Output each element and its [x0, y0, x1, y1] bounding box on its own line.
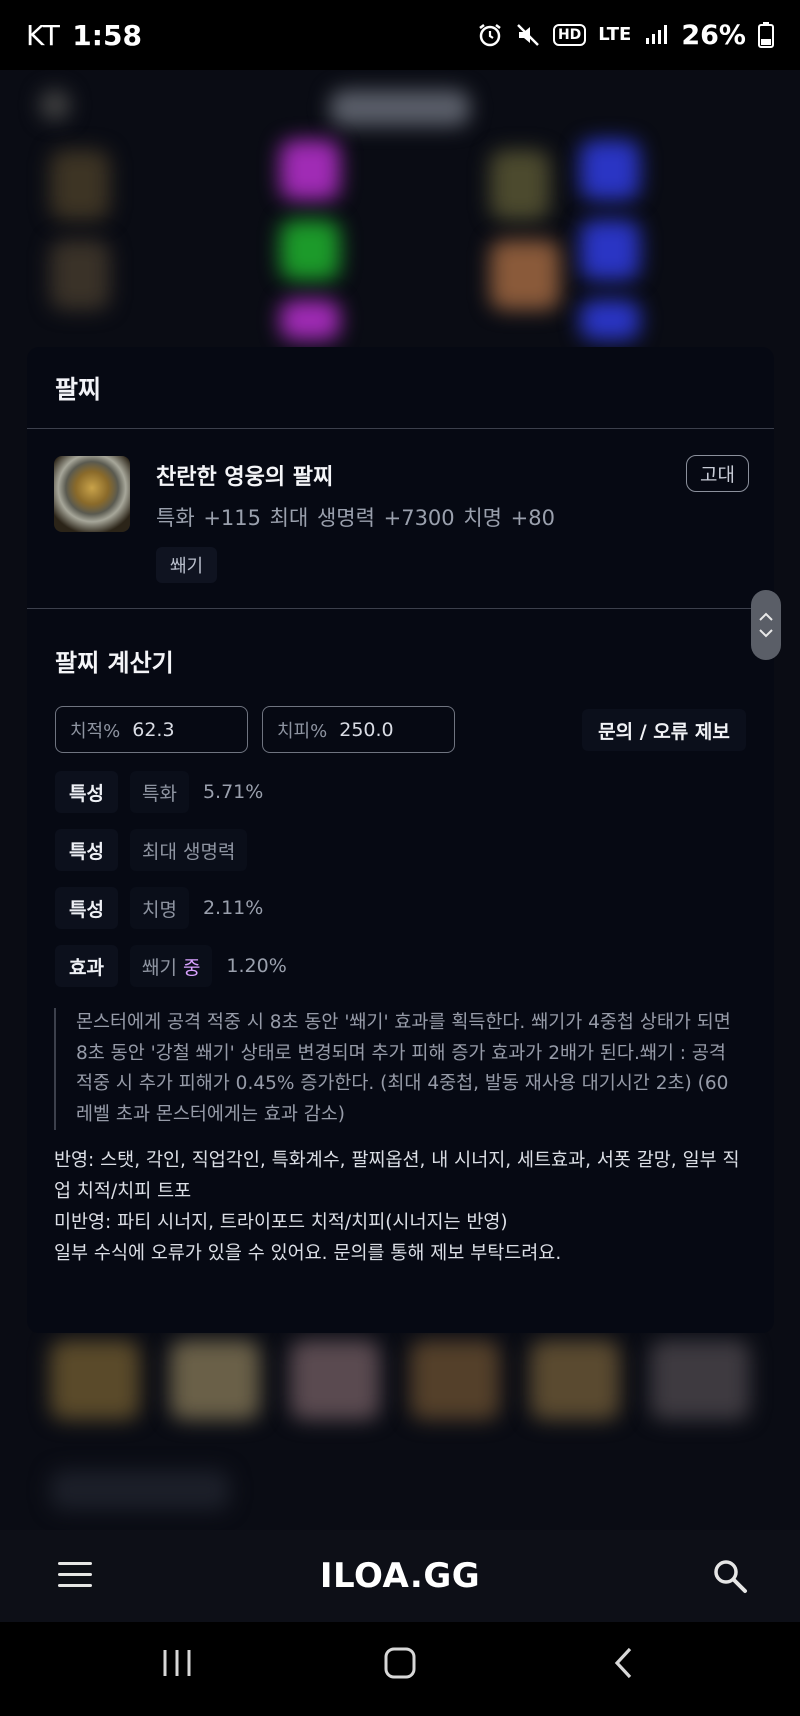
stat-row: 특성 특화 5.71% — [55, 771, 263, 813]
scroll-handle[interactable] — [751, 590, 781, 660]
chevron-down-icon[interactable] — [758, 628, 774, 638]
site-logo[interactable]: ILOA.GG — [320, 1556, 480, 1596]
row-name: 쐐기 중 — [129, 945, 213, 987]
bg-card — [530, 1340, 620, 1420]
effect-grade: 중 — [182, 956, 201, 979]
row-percent: 1.20% — [226, 955, 287, 977]
carrier-label: KT — [26, 18, 61, 52]
bg-label — [50, 1470, 230, 1510]
lte-icon: LTE — [598, 24, 632, 45]
effect-row: 효과 쐐기 중 1.20% — [55, 945, 287, 987]
note-not-applied: 미반영: 파티 시너지, 트라이포드 치적/치피(시너지는 반영) — [54, 1212, 508, 1233]
bg-slot — [490, 150, 550, 220]
crit-rate-input[interactable]: 치적% 62.3 — [55, 706, 248, 753]
chevron-up-icon[interactable] — [758, 612, 774, 622]
crit-damage-input[interactable]: 치피% 250.0 — [262, 706, 455, 753]
modal-title: 팔찌 — [27, 347, 774, 429]
row-kind: 특성 — [55, 887, 118, 929]
mute-icon — [517, 24, 539, 46]
bg-gem — [280, 220, 340, 280]
bg-slot — [50, 240, 110, 310]
row-percent: 5.71% — [202, 781, 264, 803]
hd-icon: HD — [552, 24, 587, 46]
system-nav-bar — [0, 1622, 800, 1716]
row-kind: 특성 — [55, 771, 118, 813]
bg-gem — [280, 140, 340, 200]
stat-row: 특성 최대 생명력 — [55, 829, 261, 871]
recent-apps-icon[interactable] — [160, 1646, 194, 1680]
row-kind: 특성 — [55, 829, 118, 871]
bg-card — [410, 1340, 500, 1420]
row-name: 최대 생명력 — [129, 829, 248, 871]
note-applied: 반영: 스탯, 각인, 직업각인, 특화계수, 팔찌옵션, 내 시너지, 세트효… — [54, 1150, 740, 1202]
note-disclaimer: 일부 수식에 오류가 있을 수 있어요. 문의를 통해 제보 부탁드려요. — [54, 1243, 562, 1264]
item-name: 찬란한 영웅의 팔찌 — [156, 465, 334, 490]
grade-badge: 고대 — [686, 455, 749, 492]
row-name: 특화 — [129, 771, 189, 813]
back-icon[interactable] — [608, 1646, 642, 1680]
row-kind: 효과 — [55, 945, 118, 987]
bracelet-modal: 팔찌 찬란한 영웅의 팔찌 특화 +115 최대 생명력 +7300 치명 +8… — [27, 347, 774, 1333]
row-name: 치명 — [129, 887, 189, 929]
search-icon[interactable] — [712, 1558, 748, 1594]
effect-description: 몬스터에게 공격 적중 시 8초 동안 '쐐기' 효과를 획득한다. 쐐기가 4… — [54, 1008, 744, 1130]
bg-gem — [580, 300, 640, 340]
bg-gem — [580, 220, 640, 280]
report-button[interactable]: 문의 / 오류 제보 — [582, 709, 746, 751]
crit-damage-label: 치피% — [277, 720, 328, 742]
bg-gem — [280, 300, 340, 340]
bg-slot — [490, 240, 560, 310]
battery-icon — [758, 22, 774, 48]
bg-card — [650, 1340, 750, 1420]
alarm-icon — [479, 24, 501, 47]
bg-title — [330, 90, 470, 126]
bg-card — [290, 1340, 380, 1420]
home-icon[interactable] — [383, 1646, 417, 1680]
crit-rate-value: 62.3 — [132, 718, 175, 741]
status-bar: KT 1:58 HD LTE 26% — [0, 0, 800, 70]
clock: 1:58 — [72, 18, 142, 52]
stat-row: 특성 치명 2.11% — [55, 887, 263, 929]
signal-icon — [646, 25, 668, 44]
hamburger-menu-icon[interactable] — [58, 1562, 92, 1588]
bg-card — [170, 1340, 260, 1420]
bg-gem — [580, 140, 640, 200]
battery-percent: 26% — [681, 19, 746, 51]
calculator-title: 팔찌 계산기 — [55, 649, 174, 677]
item-effect-tag: 쐐기 — [156, 547, 218, 583]
bg-card — [50, 1340, 140, 1420]
bracelet-icon — [54, 456, 130, 532]
bg-back-icon — [40, 90, 70, 120]
bg-slot — [50, 150, 110, 220]
item-stats: 특화 +115 최대 생명력 +7300 치명 +80 — [156, 506, 555, 530]
crit-rate-label: 치적% — [70, 720, 121, 742]
crit-damage-value: 250.0 — [339, 718, 394, 741]
item-card: 찬란한 영웅의 팔찌 특화 +115 최대 생명력 +7300 치명 +80 쐐… — [27, 429, 774, 609]
effect-name: 쐐기 — [141, 956, 177, 979]
app-bar: ILOA.GG — [0, 1530, 800, 1622]
calculator-notes: 반영: 스탯, 각인, 직업각인, 특화계수, 팔찌옵션, 내 시너지, 세트효… — [54, 1145, 744, 1269]
row-percent: 2.11% — [202, 897, 264, 919]
